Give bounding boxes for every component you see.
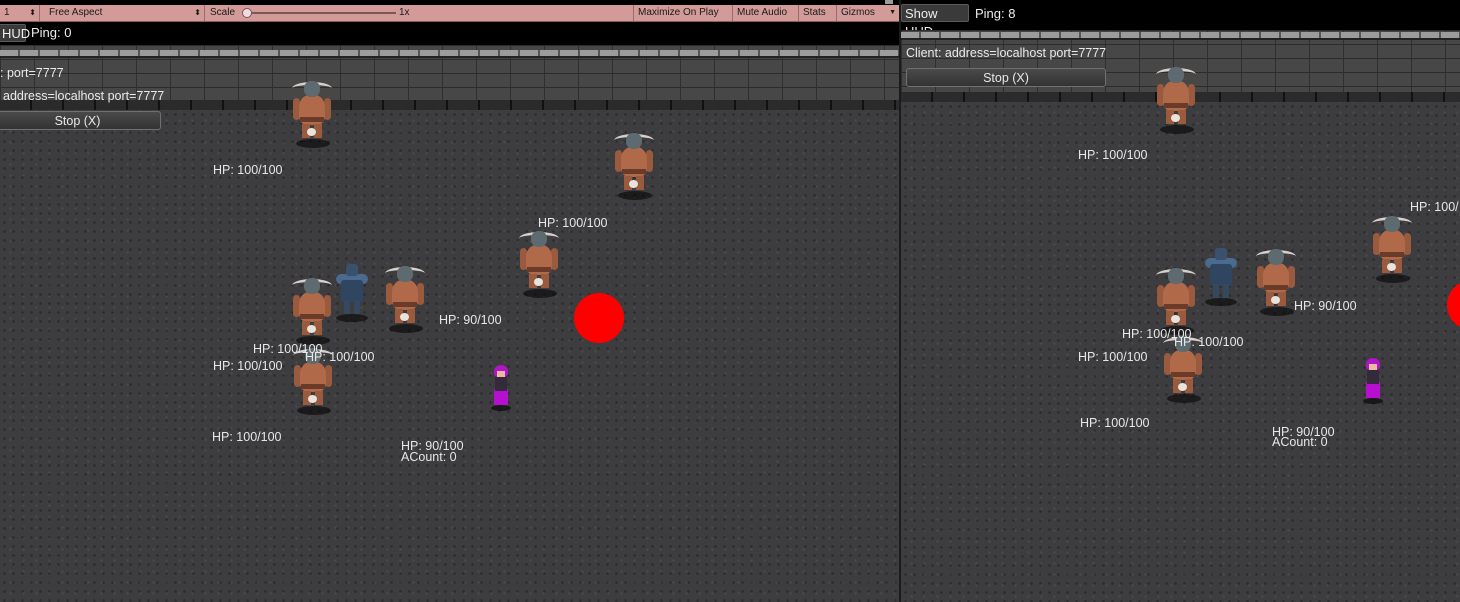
client-info: address=localhost port=7777	[3, 89, 165, 103]
show-hud-button[interactable]: HUD	[0, 24, 30, 42]
minotaur-enemy	[1370, 213, 1414, 283]
chevron-updown-icon: ⬍	[194, 8, 201, 17]
scale-control: Scale 1x	[206, 5, 634, 21]
minotaur-enemy	[517, 228, 561, 298]
hp-label: HP: 90/100	[1294, 299, 1357, 313]
player-mage	[490, 365, 512, 411]
ping-label: Ping: 0	[31, 25, 72, 40]
hud-bar: HUD Ping: 0	[0, 22, 899, 45]
scale-label: Scale	[210, 7, 236, 18]
player-mage	[1362, 358, 1384, 404]
gizmos-button[interactable]: Gizmos ▼	[837, 5, 899, 21]
hp-label: HP: 100/100	[212, 430, 282, 444]
hp-label: HP: 100/100	[1080, 416, 1150, 430]
stop-button[interactable]: Stop (X)	[906, 68, 1106, 87]
hp-label: HP: 100/100	[1078, 350, 1148, 364]
minotaur-enemy	[290, 275, 334, 345]
hp-label: HP: 100/100	[213, 359, 283, 373]
host-game-view: 1 ⬍ Free Aspect ⬍ Scale 1x Maximize On P…	[0, 0, 899, 602]
window-grip-icon	[885, 0, 893, 4]
hud-bar: Show HUD Ping: 8	[901, 0, 1460, 39]
maximize-on-play-button[interactable]: Maximize On Play	[634, 5, 733, 21]
mute-audio-label: Mute Audio	[737, 7, 788, 18]
scale-slider[interactable]	[246, 12, 396, 14]
aspect-label: Free Aspect	[49, 7, 103, 18]
hp-label: HP: 100/100	[213, 163, 283, 177]
minotaur-enemy	[290, 78, 334, 148]
hp-label: HP: 100/	[1410, 200, 1459, 214]
display-dropdown[interactable]: 1 ⬍	[0, 5, 40, 21]
minotaur-enemy	[1154, 265, 1198, 335]
show-hud-button[interactable]: Show HUD	[901, 4, 969, 39]
scale-slider-knob[interactable]	[242, 8, 252, 18]
client-info: Client: address=localhost port=7777	[906, 46, 1107, 60]
minotaur-enemy	[383, 263, 427, 333]
game-view-toolbar: 1 ⬍ Free Aspect ⬍ Scale 1x Maximize On P…	[0, 5, 899, 22]
armored-knight	[332, 262, 372, 322]
minotaur-enemy	[1154, 64, 1198, 134]
stats-label: Stats	[803, 7, 826, 18]
attack-count-label: ACount: 0	[1272, 435, 1328, 449]
ping-label: Ping: 8	[975, 6, 1016, 21]
minotaur-enemy	[612, 130, 656, 200]
aspect-dropdown[interactable]: Free Aspect ⬍	[45, 5, 205, 21]
attack-count-label: ACount: 0	[401, 450, 457, 464]
wall-crenellation	[0, 50, 899, 58]
mute-audio-button[interactable]: Mute Audio	[733, 5, 799, 21]
gizmos-label: Gizmos	[841, 7, 875, 18]
hp-label: HP: 90/100	[439, 313, 502, 327]
client-game-view: Show HUD Ping: 8 Client: address=localho…	[901, 0, 1460, 602]
stats-button[interactable]: Stats	[799, 5, 837, 21]
chevron-updown-icon: ⬍	[29, 8, 36, 17]
stop-button[interactable]: Stop (X)	[0, 111, 161, 130]
hp-label: HP: 100/100	[538, 216, 608, 230]
scale-value: 1x	[399, 7, 410, 18]
server-info: : port=7777	[0, 66, 64, 80]
display-value: 1	[4, 7, 10, 18]
armored-knight	[1201, 246, 1241, 306]
hp-label: HP: 100/100	[1078, 148, 1148, 162]
minotaur-enemy	[1254, 246, 1298, 316]
maximize-on-play-label: Maximize On Play	[638, 7, 719, 18]
dungeon-floor	[0, 110, 899, 602]
hp-label: HP: 100/100	[1174, 335, 1244, 349]
red-ball	[574, 293, 624, 343]
wall-crenellation	[901, 32, 1460, 40]
dropdown-arrow-icon: ▼	[889, 9, 896, 16]
hp-label: HP: 100/100	[305, 350, 375, 364]
